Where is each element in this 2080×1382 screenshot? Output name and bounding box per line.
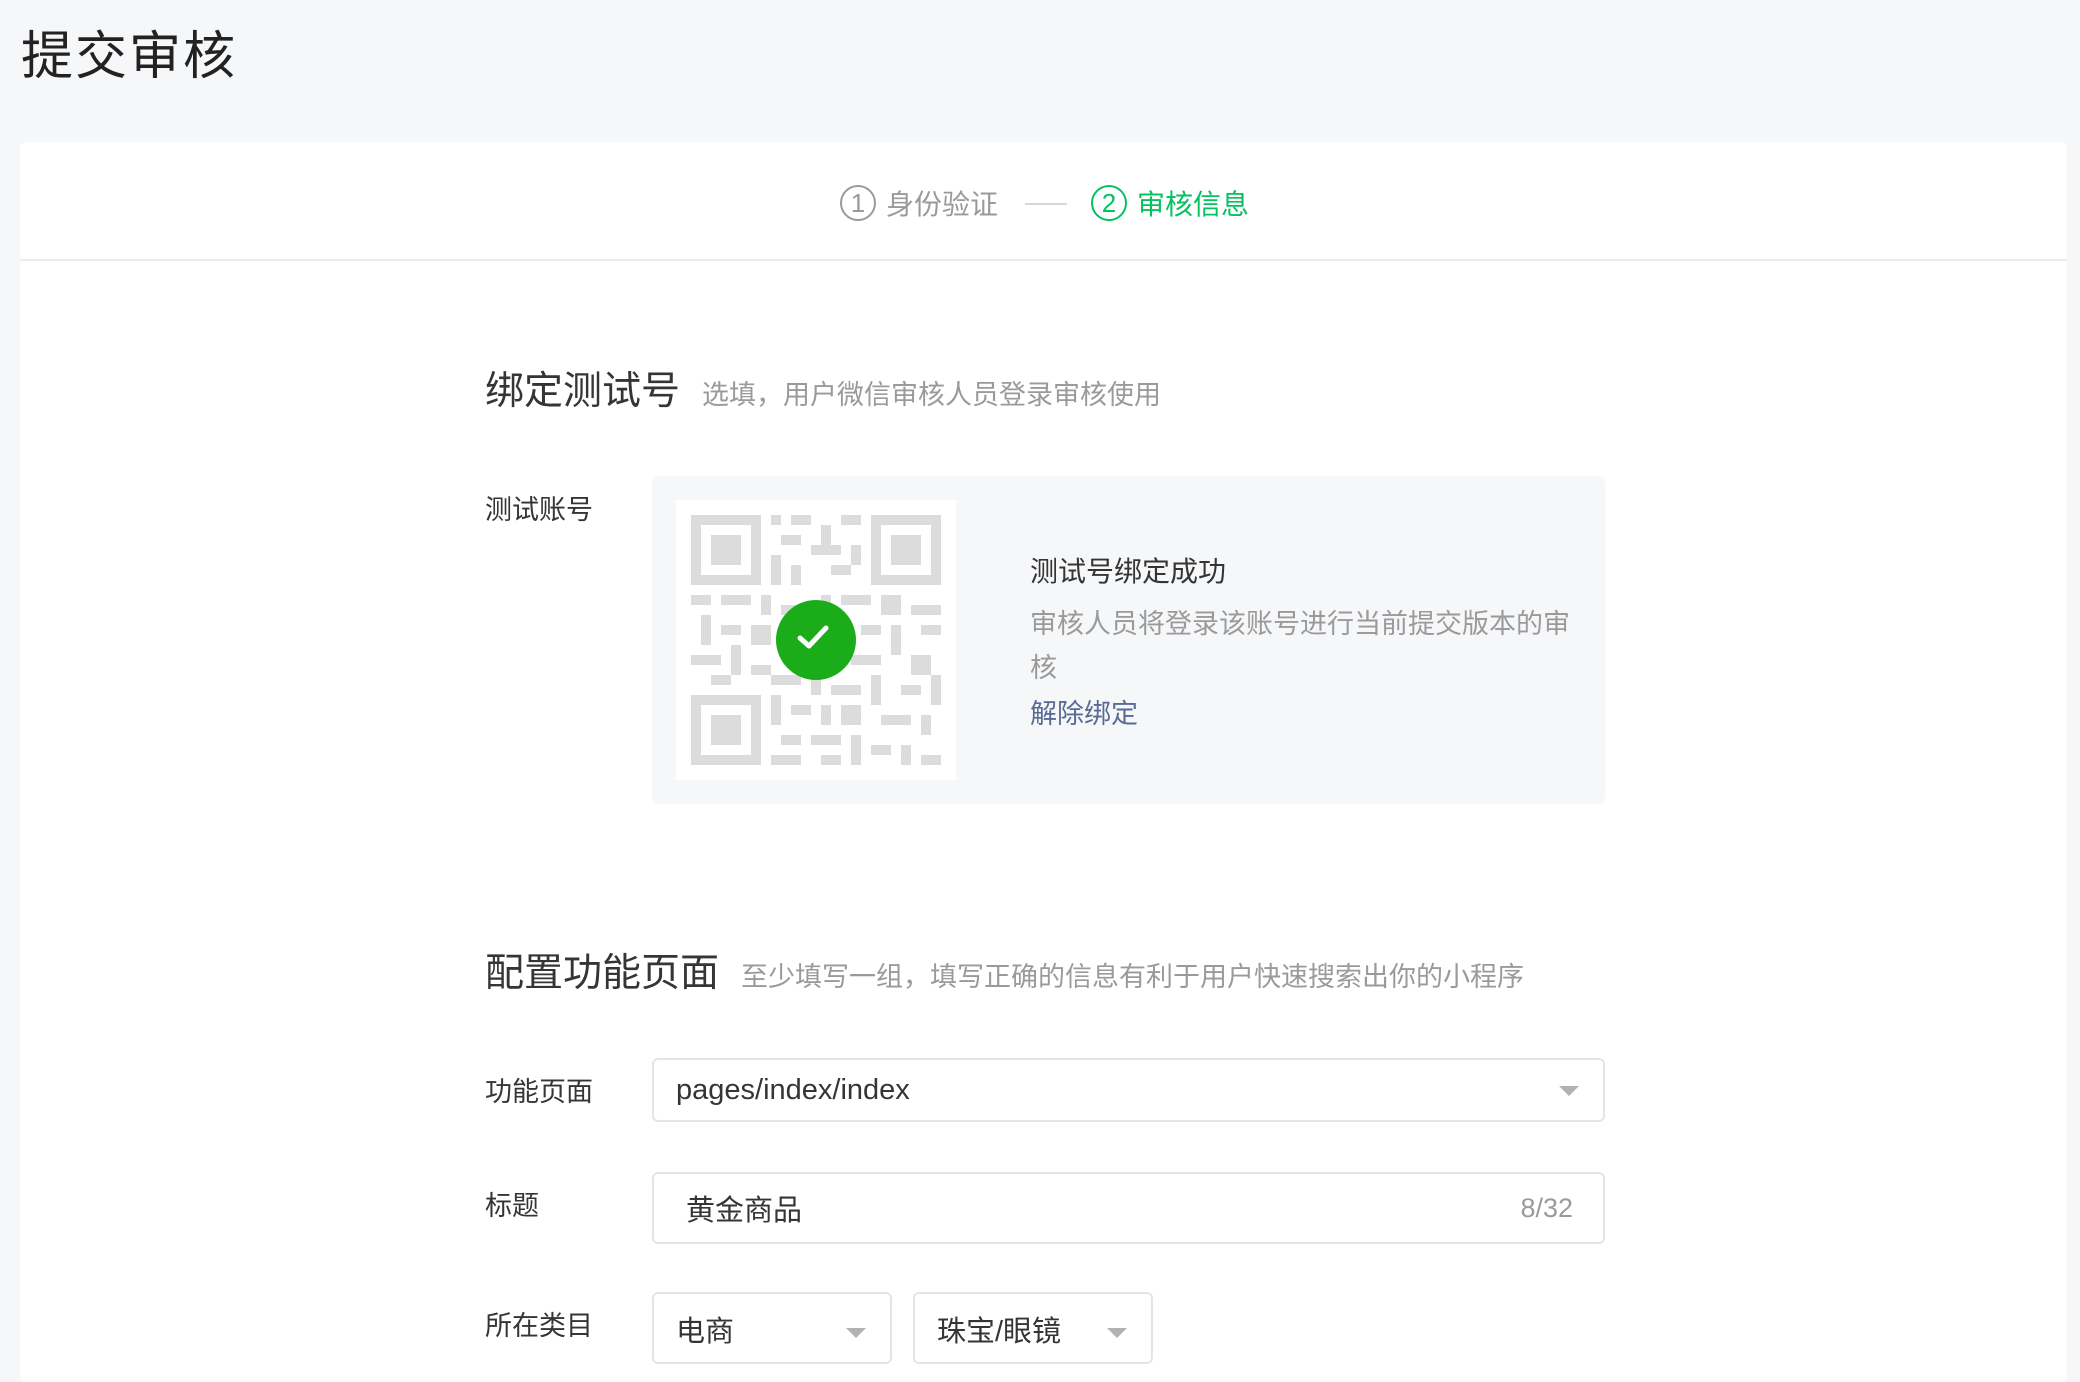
step-bar: 1 身份验证 2 审核信息 — [20, 142, 2067, 261]
step-label: 身份验证 — [886, 189, 999, 220]
category-secondary-value: 珠宝/眼镜 — [937, 1316, 1062, 1348]
section-description: 至少填写一组，填写正确的信息有利于用户快速搜索出你的小程序 — [741, 962, 1525, 992]
step-number: 1 — [840, 185, 876, 221]
category-label: 所在类目 — [485, 1311, 593, 1341]
bind-success-title: 测试号绑定成功 — [1030, 556, 1227, 587]
main-card: 1 身份验证 2 审核信息 绑定测试号 选填，用户微信审核人员登录审核使用 测试… — [20, 142, 2067, 1382]
bind-section-title: 绑定测试号 选填，用户微信审核人员登录审核使用 — [485, 360, 1161, 416]
unbind-link[interactable]: 解除绑定 — [1030, 692, 1138, 731]
test-account-box: 测试号绑定成功 审核人员将登录该账号进行当前提交版本的审核 解除绑定 — [652, 476, 1605, 804]
bind-success-desc: 审核人员将登录该账号进行当前提交版本的审核 — [1030, 609, 1570, 683]
title-input[interactable]: 黄金商品 8/32 — [652, 1172, 1605, 1244]
check-icon — [776, 600, 856, 680]
category-select-secondary[interactable]: 珠宝/眼镜 — [913, 1292, 1153, 1364]
step-review-info: 2 审核信息 — [1091, 183, 1249, 223]
section-description: 选填，用户微信审核人员登录审核使用 — [702, 380, 1162, 410]
qr-code — [676, 500, 956, 780]
section-heading: 绑定测试号 — [485, 370, 681, 413]
category-primary-value: 电商 — [676, 1316, 735, 1348]
title-value: 黄金商品 — [686, 1195, 803, 1227]
title-label: 标题 — [485, 1191, 539, 1221]
step-label: 审核信息 — [1137, 189, 1250, 220]
chevron-down-icon — [1107, 1328, 1127, 1338]
category-select-primary[interactable]: 电商 — [652, 1292, 892, 1364]
function-page-label: 功能页面 — [485, 1077, 593, 1107]
section-heading: 配置功能页面 — [485, 952, 720, 995]
test-account-label: 测试账号 — [485, 495, 593, 525]
function-page-select[interactable]: pages/index/index — [652, 1058, 1605, 1122]
chevron-down-icon — [846, 1328, 866, 1338]
step-number: 2 — [1091, 185, 1127, 221]
step-identity: 1 身份验证 — [840, 183, 998, 223]
bind-info: 测试号绑定成功 审核人员将登录该账号进行当前提交版本的审核 解除绑定 — [1030, 550, 1570, 731]
step-separator — [1025, 203, 1067, 205]
function-page-value: pages/index/index — [676, 1073, 910, 1106]
config-section-title: 配置功能页面 至少填写一组，填写正确的信息有利于用户快速搜索出你的小程序 — [485, 942, 1524, 998]
page-title: 提交审核 — [21, 28, 238, 86]
title-counter: 8/32 — [1520, 1192, 1573, 1223]
chevron-down-icon — [1559, 1086, 1579, 1096]
